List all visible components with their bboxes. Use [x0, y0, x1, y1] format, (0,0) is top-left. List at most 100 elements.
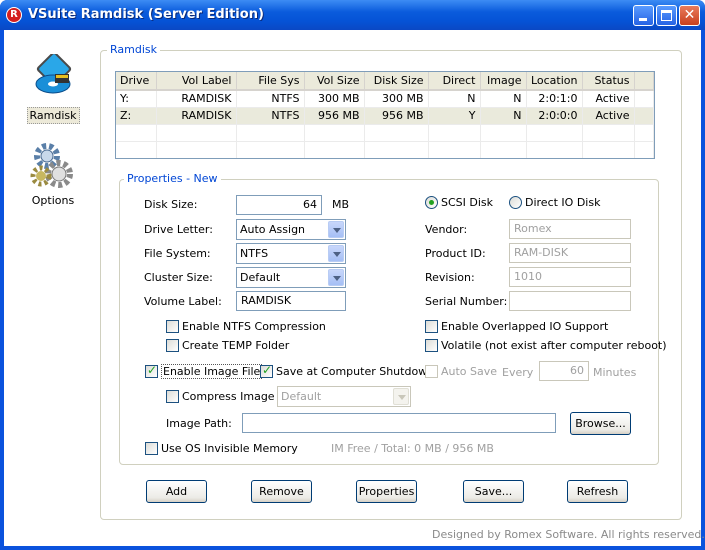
- checkbox-checked-icon: [145, 364, 158, 378]
- cell: Active: [582, 107, 635, 125]
- file-system-label: File System:: [144, 247, 211, 260]
- column-header-filler: [634, 72, 654, 91]
- disk-size-input[interactable]: 64: [236, 195, 322, 215]
- table-row[interactable]: Y: RAMDISK NTFS 300 MB 300 MB N N 2:0:1:…: [116, 90, 654, 108]
- cell: 300 MB: [364, 90, 429, 108]
- cell: Y: [428, 107, 481, 125]
- os-invisible-memory-label: Use OS Invisible Memory: [161, 442, 298, 455]
- save-shutdown-label: Save at Computer Shutdown: [276, 365, 435, 378]
- window-title: VSuite Ramdisk (Server Edition): [28, 7, 264, 22]
- drive-letter-value: Auto Assign: [240, 223, 306, 236]
- checkbox-icon: [166, 339, 179, 352]
- disk-size-unit: MB: [332, 198, 350, 211]
- cluster-size-select[interactable]: Default: [236, 267, 346, 288]
- vendor-input[interactable]: Romex: [509, 219, 631, 239]
- revision-label: Revision:: [425, 271, 475, 284]
- drive-letter-label: Drive Letter:: [144, 223, 213, 236]
- auto-save-label: Auto Save: [441, 365, 498, 378]
- sidebar-item-label: Options: [31, 194, 75, 207]
- column-header[interactable]: Status: [582, 72, 635, 91]
- sidebar-item-label: Ramdisk: [26, 107, 80, 124]
- cluster-size-value: Default: [240, 271, 281, 284]
- revision-input[interactable]: 1010: [509, 267, 631, 287]
- compress-level-select[interactable]: Default: [277, 386, 411, 407]
- properties-legend: Properties - New: [124, 172, 221, 185]
- checkbox-icon: [425, 339, 438, 352]
- minimize-button[interactable]: [633, 5, 654, 26]
- checkbox-icon: [425, 320, 438, 333]
- cell: Active: [582, 90, 635, 108]
- options-gears-icon: [30, 143, 73, 188]
- cell: 2:0:0:0: [526, 107, 583, 125]
- minutes-label: Minutes: [593, 366, 637, 379]
- table-header-row: Drive Vol Label File Sys Vol Size Disk S…: [116, 72, 654, 91]
- ramdisk-legend: Ramdisk: [107, 43, 160, 56]
- column-header[interactable]: Vol Label: [156, 72, 237, 91]
- checkbox-icon: [145, 442, 158, 455]
- direct-io-label: Direct IO Disk: [525, 196, 601, 209]
- every-label: Every: [502, 366, 534, 379]
- cell-filler: [634, 90, 654, 108]
- ramdisk-icon: [35, 51, 72, 94]
- sidebar-item-options[interactable]: Options: [14, 142, 92, 208]
- empty-row: [116, 124, 654, 142]
- close-icon: ✕: [683, 7, 696, 23]
- column-header[interactable]: Direct: [428, 72, 481, 91]
- remove-button[interactable]: Remove: [251, 480, 312, 503]
- chevron-down-icon[interactable]: [393, 388, 409, 405]
- serial-number-label: Serial Number:: [425, 295, 508, 308]
- app-logo-icon[interactable]: R: [6, 7, 22, 23]
- column-header[interactable]: File Sys: [236, 72, 305, 91]
- checkbox-icon: [425, 365, 438, 378]
- cell: N: [480, 107, 527, 125]
- chevron-down-icon[interactable]: [328, 269, 344, 286]
- column-header[interactable]: Location: [526, 72, 583, 91]
- scsi-disk-label: SCSI Disk: [441, 196, 494, 209]
- refresh-button[interactable]: Refresh: [567, 480, 628, 503]
- save-button[interactable]: Save...: [463, 480, 524, 503]
- maximize-button[interactable]: [656, 5, 677, 26]
- temp-folder-label: Create TEMP Folder: [182, 339, 290, 352]
- volume-label-input[interactable]: RAMDISK: [236, 291, 346, 311]
- product-id-input[interactable]: RAM-DISK: [509, 243, 631, 263]
- disk-size-label: Disk Size:: [144, 198, 198, 211]
- image-path-input[interactable]: [242, 413, 556, 433]
- vendor-label: Vendor:: [425, 223, 468, 236]
- column-header[interactable]: Image: [480, 72, 527, 91]
- column-header[interactable]: Disk Size: [364, 72, 429, 91]
- cell: RAMDISK: [156, 90, 237, 108]
- every-minutes-input[interactable]: 60: [539, 361, 589, 381]
- checkbox-checked-icon: [260, 364, 273, 378]
- radio-icon: [509, 196, 522, 209]
- cluster-size-label: Cluster Size:: [144, 271, 213, 284]
- drive-letter-select[interactable]: Auto Assign: [236, 219, 346, 240]
- browse-button[interactable]: Browse...: [570, 412, 631, 435]
- product-id-label: Product ID:: [425, 247, 486, 260]
- column-header[interactable]: Vol Size: [304, 72, 365, 91]
- checkbox-icon: [166, 320, 179, 333]
- ramdisk-table[interactable]: Drive Vol Label File Sys Vol Size Disk S…: [115, 71, 655, 159]
- volatile-label: Volatile (not exist after computer reboo…: [441, 339, 667, 352]
- app-window: R VSuite Ramdisk (Server Edition) ✕ Ramd…: [0, 0, 705, 550]
- main-panel: Ramdisk Drive Vol Label File Sys Vol Siz…: [100, 43, 682, 520]
- close-button[interactable]: ✕: [679, 5, 700, 26]
- chevron-down-icon[interactable]: [328, 221, 344, 238]
- cell-filler: [634, 107, 654, 125]
- column-header[interactable]: Drive: [116, 72, 157, 91]
- add-button[interactable]: Add: [146, 480, 207, 503]
- compress-level-value: Default: [281, 390, 322, 403]
- table-row[interactable]: Z: RAMDISK NTFS 956 MB 956 MB Y N 2:0:0:…: [116, 107, 654, 125]
- file-system-value: NTFS: [240, 247, 269, 260]
- sidebar-item-ramdisk[interactable]: Ramdisk: [14, 51, 92, 124]
- sidebar-nav: Ramdisk Options: [4, 30, 99, 546]
- cell: NTFS: [236, 107, 305, 125]
- cell: 956 MB: [364, 107, 429, 125]
- title-bar[interactable]: R VSuite Ramdisk (Server Edition) ✕: [0, 0, 705, 30]
- properties-button[interactable]: Properties: [356, 480, 417, 503]
- serial-number-input[interactable]: [509, 291, 631, 311]
- chevron-down-icon[interactable]: [328, 245, 344, 262]
- file-system-select[interactable]: NTFS: [236, 243, 346, 264]
- maximize-icon: [661, 10, 672, 21]
- properties-group: Properties - New Disk Size: 64 MB Drive …: [119, 172, 667, 465]
- cell: N: [428, 90, 481, 108]
